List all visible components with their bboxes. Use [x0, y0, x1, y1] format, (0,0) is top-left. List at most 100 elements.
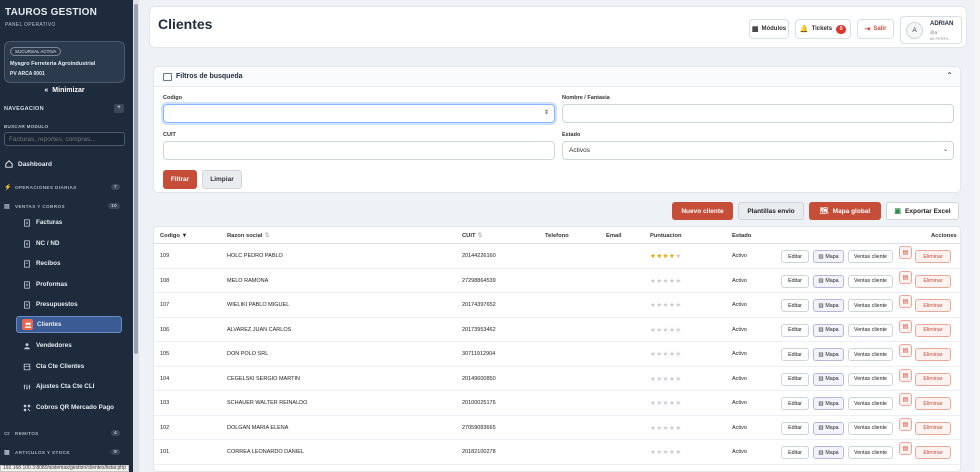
filters-header[interactable]: Filtros de busqueda ⌃	[154, 67, 960, 87]
th-email[interactable]: Email	[606, 233, 621, 239]
star-icon[interactable]: ★	[675, 400, 681, 407]
th-razon-social[interactable]: Razon social ⇅	[227, 233, 269, 239]
editar-button[interactable]: Editar	[781, 421, 809, 435]
star-icon[interactable]: ★	[675, 253, 681, 260]
mapa-button[interactable]: ▥ Mapa	[813, 446, 844, 459]
pdf-button[interactable]: ▤	[899, 344, 912, 357]
scrollbar-thumb[interactable]	[134, 4, 138, 354]
editar-button[interactable]: Editar	[781, 397, 809, 410]
tickets-button[interactable]: 🔔 Tickets 0	[795, 19, 851, 39]
nombre-input[interactable]	[562, 104, 954, 123]
editar-button[interactable]: Editar	[781, 274, 809, 288]
ventas-cliente-button[interactable]: Ventas cliente	[848, 372, 893, 386]
editar-button[interactable]: Editar	[781, 323, 809, 337]
editar-button[interactable]: Editar	[781, 299, 809, 312]
logout-button[interactable]: ⇥ Salir	[857, 19, 894, 39]
main-scrollbar[interactable]	[974, 0, 980, 472]
th-telefono[interactable]: Telefono	[545, 233, 569, 239]
ventas-cliente-button[interactable]: Ventas cliente	[848, 250, 893, 263]
th-codigo[interactable]: Codigo ▼	[160, 233, 187, 239]
ventas-cliente-button[interactable]: Ventas cliente	[848, 397, 893, 410]
exportar-excel-button[interactable]: ▣ Exportar Excel	[886, 202, 959, 220]
eliminar-button[interactable]: Eliminar	[915, 446, 951, 459]
ventas-cliente-button[interactable]: Ventas cliente	[848, 348, 893, 361]
eliminar-button[interactable]: Eliminar	[915, 323, 951, 337]
mapa-button[interactable]: ▥ Mapa	[813, 372, 844, 386]
sidebar-item-dashboard[interactable]: Dashboard	[4, 155, 122, 173]
codigo-select[interactable]: ⇕	[163, 104, 555, 123]
pdf-button[interactable]: ▤	[899, 442, 912, 455]
chevron-up-icon[interactable]: ⌃	[946, 71, 953, 80]
nav-add-button[interactable]: +	[114, 104, 124, 113]
estado-select[interactable]: Activos ⌄	[562, 141, 954, 160]
sidebar-item-facturas[interactable]: Facturas	[16, 214, 122, 231]
sidebar-section-remitos[interactable]: ▭ REMITOS 4	[4, 428, 125, 438]
editar-button[interactable]: Editar	[781, 446, 809, 459]
mapa-button[interactable]: ▥ Mapa	[813, 397, 844, 410]
star-icon[interactable]: ★	[675, 278, 681, 285]
eliminar-button[interactable]: Eliminar	[915, 372, 951, 386]
mapa-button[interactable]: ▥ Mapa	[813, 299, 844, 312]
pdf-button[interactable]: ▤	[899, 417, 912, 431]
editar-button[interactable]: Editar	[781, 348, 809, 361]
minimize-button[interactable]: «Minimizar	[4, 85, 125, 96]
star-icon[interactable]: ★	[675, 302, 681, 309]
star-icon[interactable]: ★	[675, 327, 681, 334]
rating-stars[interactable]: ★★★★★	[650, 350, 682, 358]
pdf-button[interactable]: ▤	[899, 319, 912, 333]
mapa-button[interactable]: ▥ Mapa	[813, 250, 844, 263]
rating-stars[interactable]: ★★★★★	[650, 301, 682, 309]
sidebar-item-ajustes-cta-cte[interactable]: Ajustes Cta Cte CLI	[16, 378, 122, 395]
th-cuit[interactable]: CUIT ⇅	[462, 233, 482, 239]
ventas-cliente-button[interactable]: Ventas cliente	[848, 299, 893, 312]
modulos-button[interactable]: ▦ Módulos	[749, 19, 789, 39]
eliminar-button[interactable]: Eliminar	[915, 250, 951, 263]
pdf-button[interactable]: ▤	[899, 295, 912, 308]
sidebar-item-recibos[interactable]: Recibos	[16, 255, 122, 272]
sidebar-item-clientes[interactable]: Clientes	[16, 316, 122, 333]
th-puntuacion[interactable]: Puntuacion	[650, 233, 682, 239]
rating-stars[interactable]: ★★★★★	[650, 448, 682, 456]
sidebar-scrollbar[interactable]	[133, 0, 139, 472]
mapa-button[interactable]: ▥ Mapa	[813, 274, 844, 288]
mapa-global-button[interactable]: 🗺 Mapa global	[809, 202, 881, 220]
filtrar-button[interactable]: Filtrar	[163, 170, 197, 189]
user-menu[interactable]: A ADRIAN @a MI PERFIL	[900, 16, 962, 44]
sidebar-item-cta-cte-clientes[interactable]: Cta Cte Clientes	[16, 358, 122, 375]
rating-stars[interactable]: ★★★★★	[650, 326, 682, 334]
eliminar-button[interactable]: Eliminar	[915, 397, 951, 410]
editar-button[interactable]: Editar	[781, 250, 809, 263]
th-estado[interactable]: Estado	[732, 233, 751, 239]
rating-stars[interactable]: ★★★★★	[650, 375, 682, 383]
ventas-cliente-button[interactable]: Ventas cliente	[848, 421, 893, 435]
rating-stars[interactable]: ★★★★★	[650, 399, 682, 407]
pdf-button[interactable]: ▤	[899, 246, 912, 259]
eliminar-button[interactable]: Eliminar	[915, 348, 951, 361]
rating-stars[interactable]: ★★★★★	[650, 424, 682, 432]
sidebar-section-operaciones[interactable]: ⚡ OPERACIONES DIARIAS 7	[4, 182, 125, 192]
rating-stars[interactable]: ★★★★★	[650, 277, 682, 285]
sidebar-section-articulos[interactable]: ▦ ARTICULOS Y STOCK 9	[4, 447, 125, 457]
sidebar-item-vendedores[interactable]: Vendedores	[16, 337, 122, 354]
pdf-button[interactable]: ▤	[899, 368, 912, 382]
limpiar-button[interactable]: Limpiar	[202, 170, 242, 189]
pdf-button[interactable]: ▤	[899, 270, 912, 284]
nuevo-cliente-button[interactable]: Nuevo cliente	[672, 202, 733, 220]
rating-stars[interactable]: ★★★★★	[650, 252, 682, 260]
star-icon[interactable]: ★	[675, 351, 681, 358]
eliminar-button[interactable]: Eliminar	[915, 274, 951, 288]
editar-button[interactable]: Editar	[781, 372, 809, 386]
star-icon[interactable]: ★	[675, 376, 681, 383]
sidebar-item-nc-nd[interactable]: NC / ND	[16, 235, 122, 252]
pdf-button[interactable]: ▤	[899, 393, 912, 406]
plantillas-envio-button[interactable]: Plantillas envio	[738, 202, 804, 220]
mapa-button[interactable]: ▥ Mapa	[813, 421, 844, 435]
mapa-button[interactable]: ▥ Mapa	[813, 323, 844, 337]
sidebar-item-cobros-qr[interactable]: Cobros QR Mercado Pago	[16, 399, 122, 416]
cuit-input[interactable]	[163, 141, 555, 160]
ventas-cliente-button[interactable]: Ventas cliente	[848, 446, 893, 459]
eliminar-button[interactable]: Eliminar	[915, 421, 951, 435]
ventas-cliente-button[interactable]: Ventas cliente	[848, 323, 893, 337]
star-icon[interactable]: ★	[675, 425, 681, 432]
sidebar-item-presupuestos[interactable]: Presupuestos	[16, 296, 122, 313]
